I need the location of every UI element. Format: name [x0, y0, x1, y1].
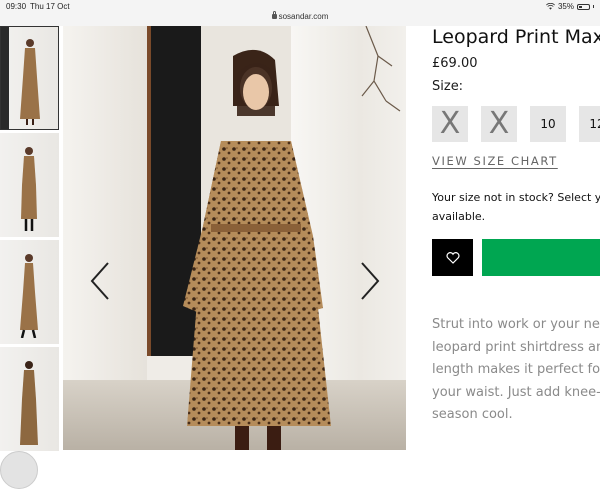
branch-decoration	[361, 26, 401, 112]
chat-button[interactable]	[0, 451, 38, 489]
url-text: sosandar.com	[278, 12, 329, 21]
view-size-chart-link[interactable]: VIEW SIZE CHART	[432, 154, 558, 168]
description-line: season cool.	[432, 407, 513, 422]
description-line: Strut into work or your nex	[432, 317, 600, 332]
thumbnail-model-image	[20, 361, 38, 445]
product-price: £69.00	[432, 56, 478, 71]
description-line: leopard print shirtdress an	[432, 339, 600, 355]
product-title: Leopard Print Max	[432, 26, 600, 48]
size-option-label: X	[488, 106, 510, 141]
clock: 09:30	[6, 2, 27, 11]
thumbnail-model-image	[21, 147, 37, 231]
lock-icon	[271, 11, 277, 19]
description-line: your waist. Just add knee-	[432, 384, 600, 400]
address-bar[interactable]: sosandar.com	[0, 11, 600, 21]
thumbnail-1[interactable]	[0, 26, 59, 130]
stock-message: Your size not in stock? Select yo availa…	[432, 188, 600, 226]
heart-icon	[445, 251, 460, 264]
wifi-icon	[546, 3, 555, 10]
battery-percent: 35%	[557, 2, 574, 11]
battery-tip	[593, 5, 594, 8]
battery-icon	[577, 3, 590, 10]
size-option-unavailable-2: X	[481, 106, 517, 142]
chevron-right-icon[interactable]	[358, 261, 382, 301]
chevron-left-icon[interactable]	[88, 261, 112, 301]
size-option-12[interactable]: 12	[579, 106, 600, 142]
date: Thu 17 Oct	[30, 2, 70, 11]
thumbnail-4[interactable]	[0, 347, 59, 451]
thumbnail-3[interactable]	[0, 240, 59, 344]
size-label: Size:	[432, 79, 464, 94]
size-option-unavailable-1: X	[432, 106, 468, 142]
status-bar: 09:30 Thu 17 Oct 35% sosandar.com	[0, 0, 600, 26]
thumbnail-2[interactable]	[0, 133, 59, 237]
size-option-label: 10	[540, 117, 556, 131]
stock-message-line-1: Your size not in stock? Select yo	[432, 191, 600, 204]
size-option-label: 12	[589, 117, 600, 131]
thumbnail-model-image	[20, 254, 38, 338]
model-image	[183, 49, 331, 450]
product-main-image	[63, 26, 406, 450]
thumbnail-door	[1, 27, 9, 129]
battery-fill	[579, 5, 582, 8]
product-details: Leopard Print Max £69.00 Size: X X 10 12…	[406, 26, 600, 450]
thumbnail-model-image	[20, 39, 40, 125]
thumbnail-strip	[0, 26, 61, 489]
status-icons: 35%	[546, 2, 594, 11]
description-line: length makes it perfect for	[432, 362, 600, 377]
add-to-bag-button[interactable]	[482, 239, 600, 276]
wishlist-button[interactable]	[432, 239, 473, 276]
product-description: Strut into work or your nex leopard prin…	[432, 314, 600, 427]
stock-message-line-2: available.	[432, 210, 486, 223]
size-option-10[interactable]: 10	[530, 106, 566, 142]
size-option-label: X	[439, 106, 461, 141]
